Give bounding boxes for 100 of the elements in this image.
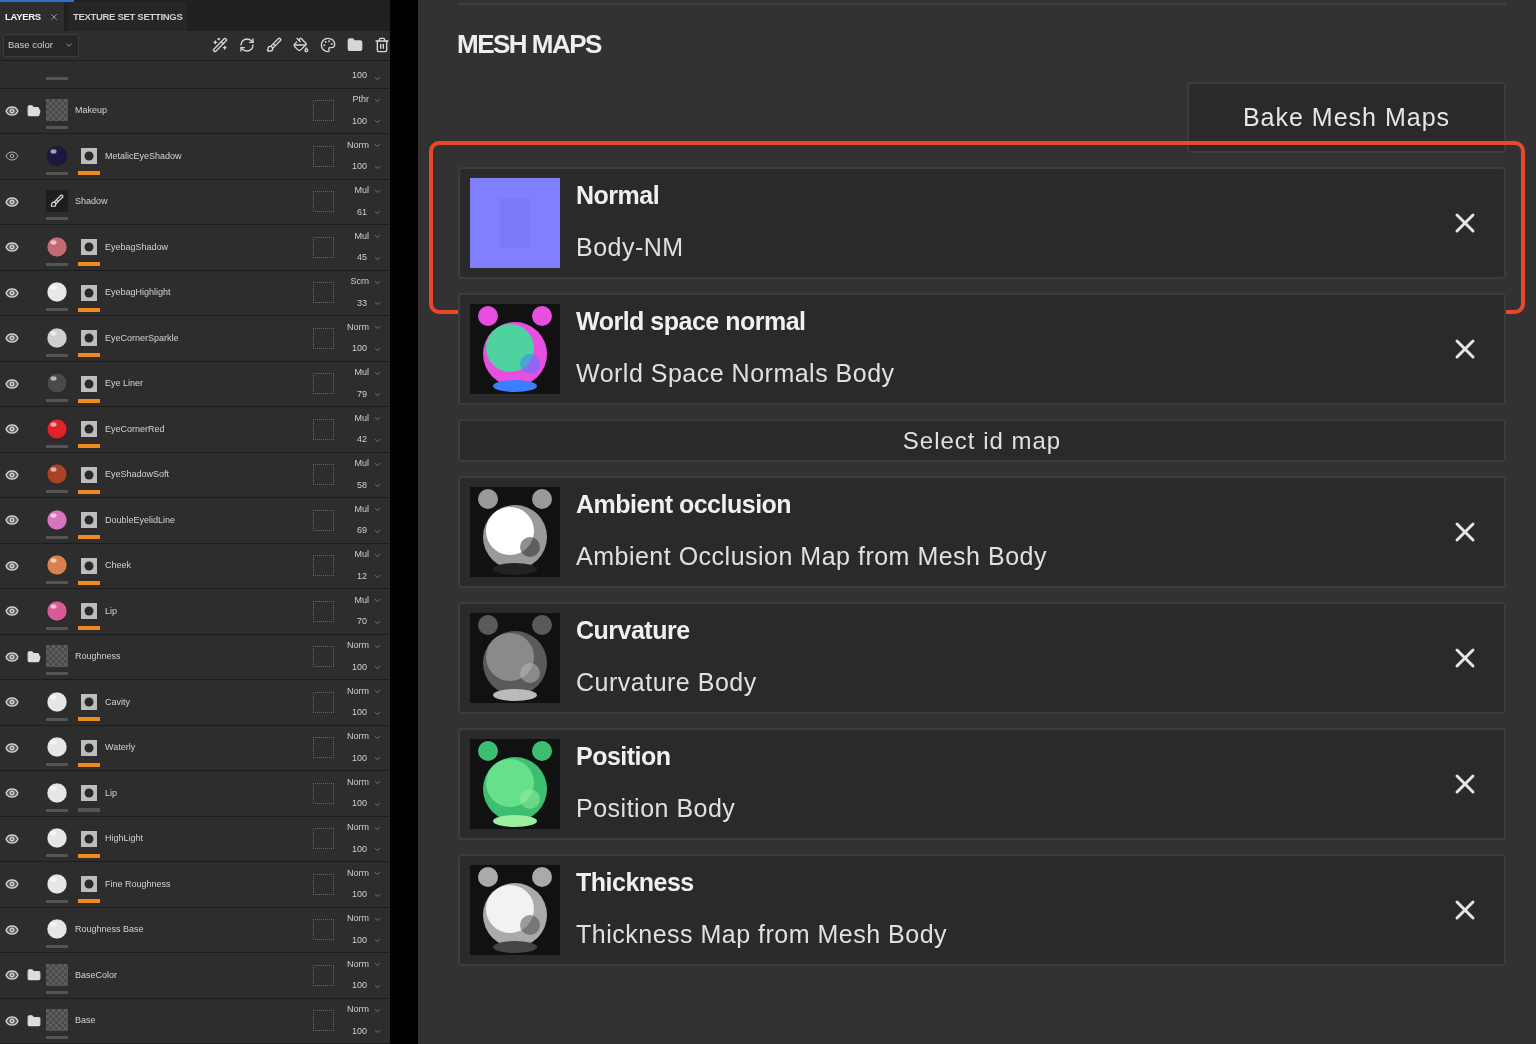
- blend-mode[interactable]: Norm: [347, 1003, 369, 1017]
- channel-dropdown[interactable]: Base color: [3, 33, 79, 57]
- brush-icon[interactable]: [266, 37, 282, 54]
- blend-mode[interactable]: Norm: [347, 684, 369, 699]
- layer-name[interactable]: Roughness Base: [75, 923, 144, 937]
- mask-icon[interactable]: [81, 284, 97, 301]
- chevron-icon[interactable]: [373, 1027, 382, 1036]
- chevron-icon[interactable]: [373, 687, 382, 696]
- blend-mode[interactable]: Norm: [347, 730, 369, 744]
- folder-icon[interactable]: [27, 1013, 41, 1028]
- layer-name[interactable]: Base: [75, 1014, 96, 1028]
- select-id-map-button[interactable]: Select id map: [458, 419, 1506, 462]
- layer-name[interactable]: EyeShadowSoft: [105, 468, 170, 482]
- opacity-value[interactable]: 33: [357, 296, 367, 311]
- chevron-icon[interactable]: [373, 299, 382, 308]
- blend-mode[interactable]: Norm: [347, 320, 369, 335]
- layer-name[interactable]: Lip: [105, 604, 117, 618]
- chevron-icon[interactable]: [373, 141, 382, 150]
- opacity-value[interactable]: 100: [351, 933, 367, 948]
- opacity-value[interactable]: 100: [351, 797, 367, 811]
- blend-mode[interactable]: Scrn: [350, 275, 369, 289]
- chevron-icon[interactable]: [373, 936, 382, 945]
- opacity-value[interactable]: 100: [351, 69, 367, 83]
- blend-mode[interactable]: Mul: [354, 457, 369, 471]
- eye-icon[interactable]: [5, 786, 19, 801]
- layer-name[interactable]: EyebagHighlight: [105, 286, 171, 300]
- opacity-value[interactable]: 100: [351, 114, 367, 129]
- opacity-value[interactable]: 69: [357, 524, 367, 538]
- chevron-icon[interactable]: [373, 778, 382, 787]
- blend-mode[interactable]: Norm: [347, 821, 369, 835]
- eye-icon[interactable]: [5, 285, 19, 300]
- layer-name[interactable]: Lip: [105, 786, 117, 800]
- chevron-icon[interactable]: [373, 754, 382, 763]
- chevron-icon[interactable]: [373, 845, 382, 854]
- layer-name[interactable]: HighLight: [105, 832, 144, 846]
- palette-icon[interactable]: [320, 37, 336, 54]
- mask-icon[interactable]: [81, 421, 97, 438]
- chevron-icon[interactable]: [373, 960, 382, 969]
- layer-name[interactable]: BaseColor: [75, 968, 118, 982]
- opacity-value[interactable]: 58: [357, 478, 367, 493]
- chevron-icon[interactable]: [373, 117, 382, 126]
- chevron-icon[interactable]: [373, 481, 382, 490]
- eye-icon[interactable]: [5, 240, 19, 255]
- layer-name[interactable]: Roughness: [75, 650, 121, 664]
- mask-icon[interactable]: [81, 375, 97, 392]
- eye-icon[interactable]: [5, 604, 19, 619]
- opacity-value[interactable]: 100: [351, 706, 367, 720]
- opacity-value[interactable]: 100: [351, 842, 367, 857]
- eye-icon[interactable]: [5, 467, 19, 482]
- opacity-value[interactable]: 79: [357, 387, 367, 402]
- mesh-map-card[interactable]: Curvature Curvature Body: [458, 602, 1506, 714]
- eye-icon[interactable]: [5, 1013, 19, 1028]
- chevron-icon[interactable]: [373, 663, 382, 672]
- opacity-value[interactable]: 100: [351, 888, 367, 902]
- trash-icon[interactable]: [374, 37, 390, 54]
- layer-name[interactable]: Waterly: [105, 741, 136, 755]
- panel-tab[interactable]: LAYERS: [0, 2, 64, 32]
- opacity-value[interactable]: 100: [351, 160, 367, 174]
- blend-mode[interactable]: Norm: [347, 775, 369, 790]
- opacity-value[interactable]: 100: [351, 660, 367, 675]
- blend-mode[interactable]: Mul: [354, 366, 369, 380]
- layer-name[interactable]: Shadow: [75, 195, 108, 209]
- folder-icon[interactable]: [347, 37, 363, 54]
- paint-bucket-icon[interactable]: [293, 37, 309, 54]
- opacity-value[interactable]: 100: [351, 979, 367, 993]
- eye-icon[interactable]: [5, 376, 19, 391]
- eye-icon[interactable]: [5, 194, 19, 209]
- mask-icon[interactable]: [81, 557, 97, 574]
- eye-icon[interactable]: [5, 877, 19, 892]
- mask-icon[interactable]: [81, 239, 97, 256]
- blend-mode[interactable]: Norm: [347, 957, 369, 972]
- opacity-value[interactable]: 42: [357, 433, 367, 447]
- eye-icon[interactable]: [5, 422, 19, 437]
- mesh-map-card[interactable]: Normal Body-NM: [458, 167, 1506, 279]
- mesh-map-card[interactable]: Ambient occlusion Ambient Occlusion Map from Mesh Body: [458, 476, 1506, 588]
- folder-open-icon[interactable]: [27, 103, 41, 118]
- chevron-icon[interactable]: [373, 505, 382, 514]
- layer-name[interactable]: DoubleEyelidLine: [105, 513, 176, 527]
- eye-icon[interactable]: [5, 649, 19, 664]
- layer-name[interactable]: Fine Roughness: [105, 877, 171, 891]
- chevron-icon[interactable]: [373, 572, 382, 581]
- layer-name[interactable]: Makeup: [75, 104, 108, 118]
- folder-icon[interactable]: [27, 968, 41, 983]
- close-icon[interactable]: [48, 11, 59, 22]
- mask-icon[interactable]: [81, 876, 97, 893]
- opacity-value[interactable]: 45: [357, 251, 367, 265]
- mesh-map-card[interactable]: World space normal World Space Normals Body: [458, 293, 1506, 405]
- blend-mode[interactable]: Mul: [354, 502, 369, 517]
- folder-open-icon[interactable]: [27, 649, 41, 664]
- chevron-icon[interactable]: [373, 390, 382, 399]
- opacity-value[interactable]: 100: [351, 342, 367, 356]
- eye-icon[interactable]: [5, 968, 19, 983]
- eye-icon[interactable]: [5, 695, 19, 710]
- refresh-icon[interactable]: [239, 37, 255, 54]
- mask-icon[interactable]: [81, 330, 97, 347]
- eye-icon[interactable]: [5, 922, 19, 937]
- layer-name[interactable]: EyebagShadow: [105, 240, 169, 254]
- mask-icon[interactable]: [81, 830, 97, 847]
- mesh-map-card[interactable]: Position Position Body: [458, 728, 1506, 840]
- blend-mode[interactable]: Norm: [347, 912, 369, 926]
